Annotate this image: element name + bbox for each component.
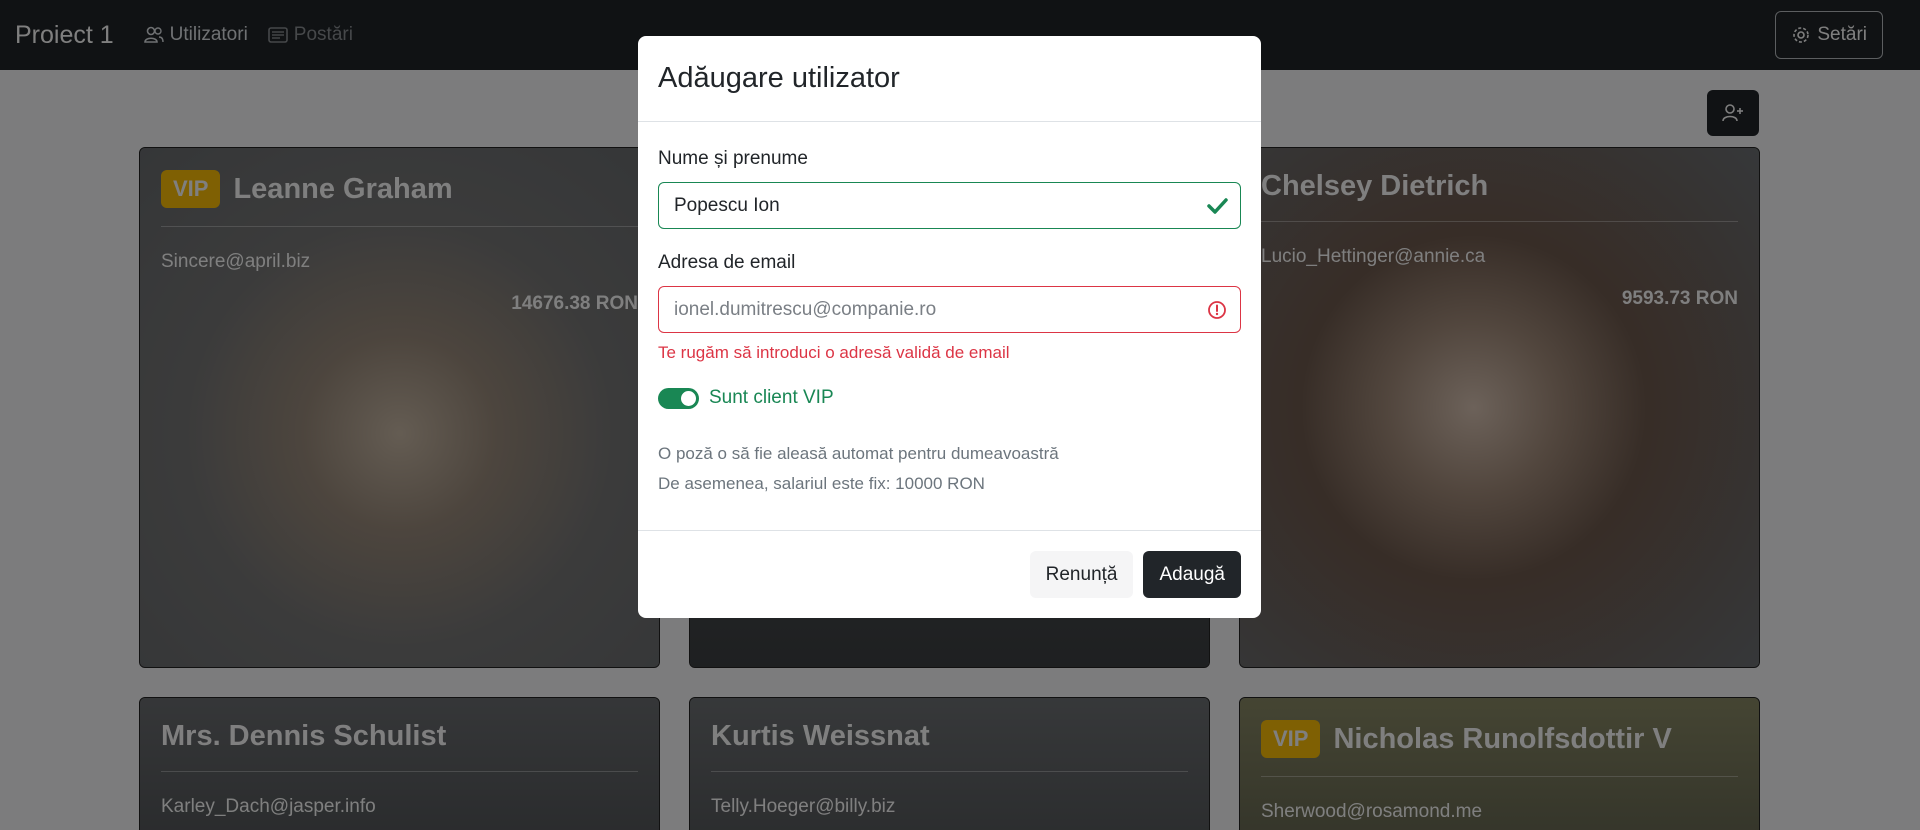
vip-switch-row: Sunt client VIP — [658, 387, 1241, 409]
modal-footer: Renunță Adaugă — [638, 530, 1261, 618]
vip-switch[interactable] — [658, 387, 699, 409]
info-note-photo: O poză o să fie aleasă automat pentru du… — [658, 444, 1059, 463]
modal-title: Adăugare utilizator — [658, 62, 900, 94]
email-error-message: Te rugăm să introduci o adresă validă de… — [658, 343, 1010, 362]
name-input-value: Popescu Ion — [674, 194, 780, 216]
name-label: Nume și prenume — [658, 148, 808, 169]
name-input[interactable]: Popescu Ion — [658, 182, 1241, 229]
email-label: Adresa de email — [658, 252, 796, 273]
error-icon — [1208, 301, 1226, 319]
cancel-button[interactable]: Renunță — [1029, 551, 1134, 598]
email-input-value: ionel.dumitrescu@companie.ro — [674, 298, 937, 320]
modal-header: Adăugare utilizator — [638, 36, 1261, 122]
vip-switch-label[interactable]: Sunt client VIP — [709, 387, 834, 409]
email-input[interactable]: ionel.dumitrescu@companie.ro — [658, 286, 1241, 333]
modal-body: Nume și prenume Popescu Ion Adresa de em… — [638, 148, 1261, 499]
info-note-salary: De asemenea, salariul este fix: 10000 RO… — [658, 474, 985, 493]
add-button[interactable]: Adaugă — [1143, 551, 1241, 598]
check-icon — [1207, 198, 1228, 214]
add-user-modal: Adăugare utilizator Nume și prenume Pope… — [638, 36, 1261, 618]
switch-knob — [681, 390, 696, 406]
